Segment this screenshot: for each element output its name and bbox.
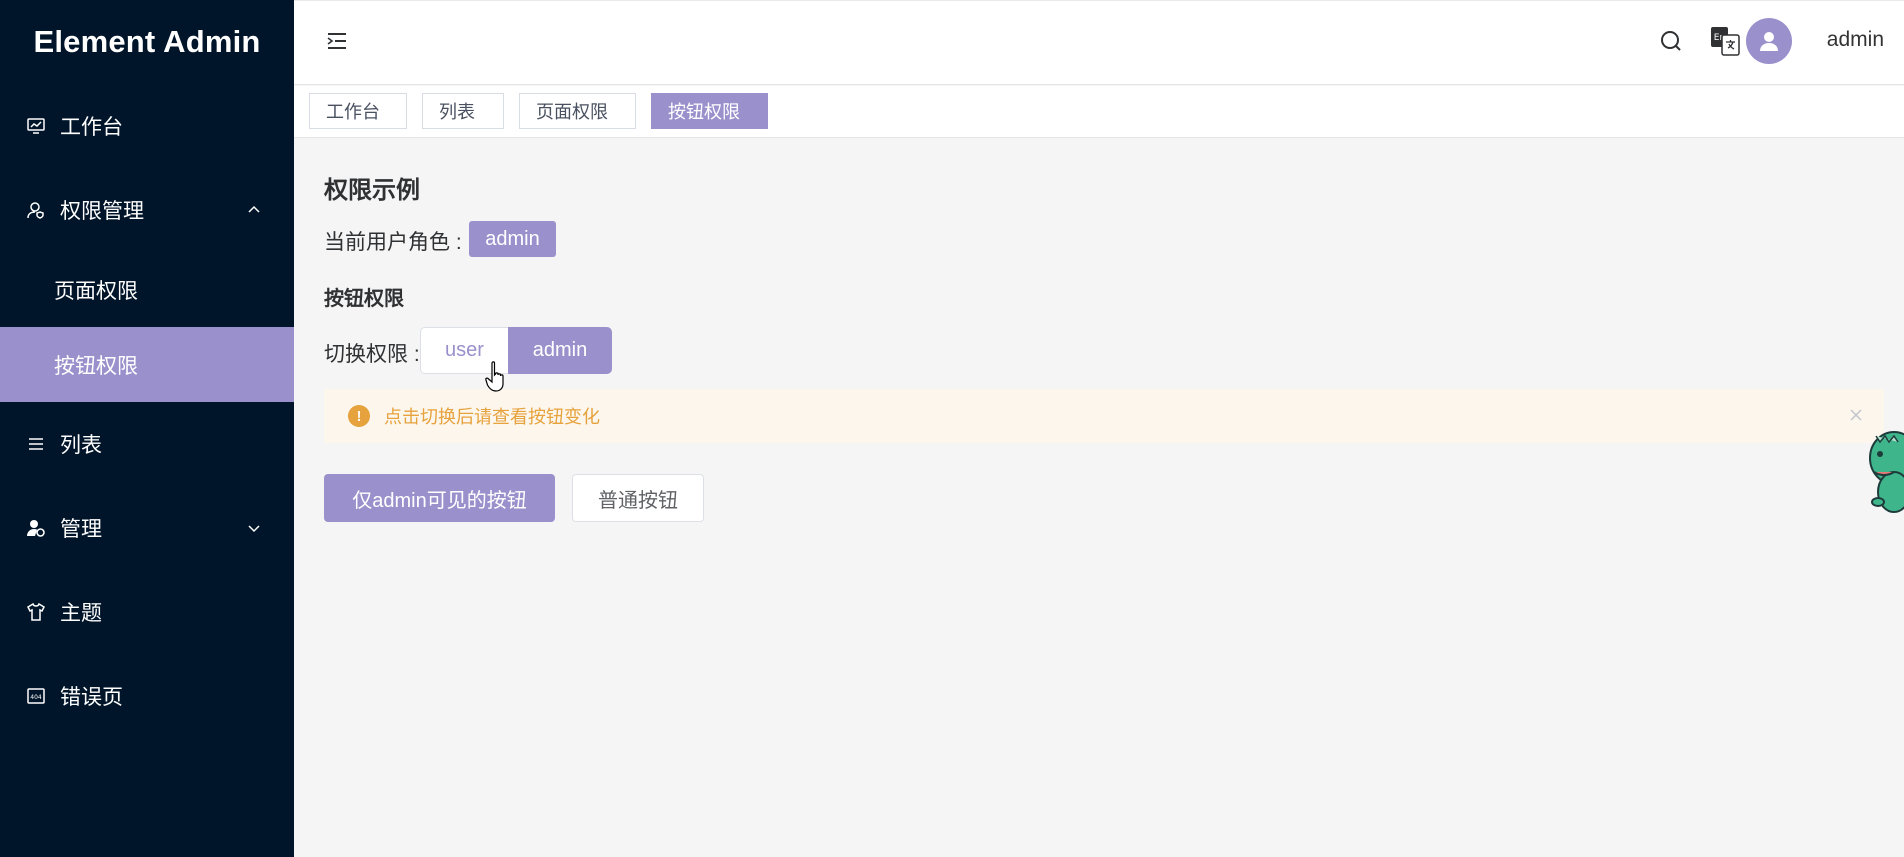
menu-fold-icon[interactable] <box>324 28 350 54</box>
avatar[interactable] <box>1746 18 1792 64</box>
tshirt-icon <box>26 602 46 622</box>
warning-icon: ! <box>348 405 370 427</box>
sidebar-item-permission[interactable]: 权限管理 <box>0 168 294 252</box>
mascot-icon <box>1869 431 1904 513</box>
sidebar-item-list[interactable]: 列表 <box>0 402 294 486</box>
user-shield-icon <box>26 200 46 220</box>
tag-label: 工作台 <box>326 102 380 122</box>
tag-list[interactable]: 列表 <box>422 93 504 129</box>
role-radio-admin[interactable]: admin <box>508 327 612 374</box>
tag-button-permission[interactable]: 按钮权限 <box>651 93 768 129</box>
sidebar-item-error-page[interactable]: 404 错误页 <box>0 654 294 738</box>
monitor-chart-icon <box>26 116 46 136</box>
sidebar-item-label: 管理 <box>60 518 102 541</box>
normal-button[interactable]: 普通按钮 <box>572 474 704 522</box>
chevron-down-icon <box>248 525 260 533</box>
sidebar-item-dashboard[interactable]: 工作台 <box>0 84 294 168</box>
svg-text:404: 404 <box>30 694 42 701</box>
tags-view: 工作台 列表 页面权限 按钮权限 <box>294 86 1904 138</box>
sidebar: Element Admin 工作台 权限管理 页面权限 按钮权限 列表 管理 主… <box>0 0 294 857</box>
section-title: 按钮权限 <box>324 288 404 310</box>
sidebar-item-manage[interactable]: 管理 <box>0 486 294 570</box>
chevron-up-icon <box>248 205 260 213</box>
username[interactable]: admin <box>1827 28 1884 52</box>
sidebar-item-label: 按钮权限 <box>54 354 138 378</box>
sidebar-item-label: 错误页 <box>60 686 123 709</box>
sidebar-item-label: 工作台 <box>60 116 123 139</box>
tag-dashboard[interactable]: 工作台 <box>309 93 407 129</box>
sidebar-item-label: 权限管理 <box>60 200 144 223</box>
user-icon <box>1760 32 1778 51</box>
admin-only-button[interactable]: 仅admin可见的按钮 <box>324 474 555 522</box>
user-gear-icon <box>26 518 46 538</box>
sidebar-subitem-button-permission[interactable]: 按钮权限 <box>0 327 294 402</box>
list-icon <box>26 434 46 454</box>
sidebar-item-label: 页面权限 <box>54 279 138 303</box>
tag-label: 按钮权限 <box>668 102 740 122</box>
tag-label: 列表 <box>439 102 475 122</box>
switch-label: 切换权限 : <box>324 343 420 366</box>
search-icon[interactable] <box>1658 28 1684 54</box>
error-404-icon: 404 <box>26 686 46 706</box>
role-badge: admin <box>469 221 556 257</box>
logo[interactable]: Element Admin <box>0 0 294 84</box>
tag-label: 页面权限 <box>536 102 608 122</box>
translate-icon[interactable]: En <box>1709 25 1741 57</box>
close-icon[interactable] <box>1848 407 1864 423</box>
sidebar-menu: 工作台 权限管理 页面权限 按钮权限 列表 管理 主题 404 错误页 <box>0 84 294 738</box>
role-label: 当前用户角色 : <box>324 231 462 254</box>
alert-text: 点击切换后请查看按钮变化 <box>384 407 600 427</box>
sidebar-item-label: 主题 <box>60 602 102 625</box>
page-title: 权限示例 <box>324 177 420 204</box>
sidebar-item-theme[interactable]: 主题 <box>0 570 294 654</box>
sidebar-subitem-page-permission[interactable]: 页面权限 <box>0 252 294 327</box>
hand-cursor-icon <box>485 361 504 392</box>
warning-alert: ! 点击切换后请查看按钮变化 <box>324 389 1884 443</box>
tag-page-permission[interactable]: 页面权限 <box>519 93 636 129</box>
sidebar-item-label: 列表 <box>60 434 102 457</box>
top-header: En admin <box>294 0 1904 85</box>
